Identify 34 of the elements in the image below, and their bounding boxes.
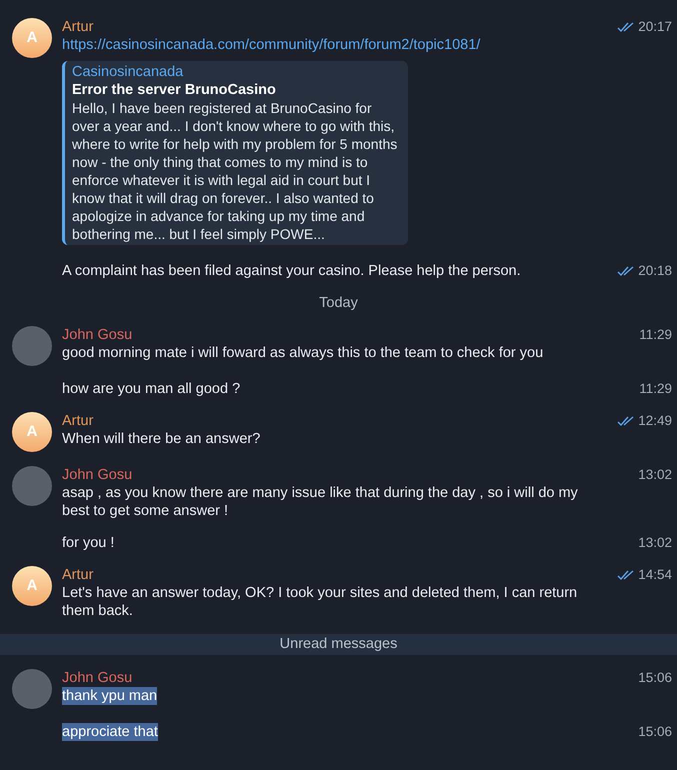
message-text: thank ypu man	[62, 687, 158, 705]
message-time: 15:06	[638, 723, 672, 741]
sender-name[interactable]: Artur	[62, 18, 94, 36]
message-link[interactable]: https://casinosincanada.com/community/forum/forum2/topic1081/	[62, 36, 480, 54]
message-text: Let's have an answer today, OK? I took your sites and deleted them, I can return them back.	[62, 584, 578, 620]
sender-name[interactable]: John Gosu	[62, 669, 132, 687]
message-time: 11:29	[639, 380, 672, 398]
message-time: 20:18	[638, 262, 672, 280]
message-text: When will there be an answer?	[62, 430, 260, 448]
preview-text: Hello, I have been registered at BrunoCasino for over a year and... I don't know where to go with this, where to write for help with my problem for 5 months now - the only thing that comes to my mind is to enforce whatever it is with legal aid in court but I know that it will drag on forever.. I also wanted to apologize in advance for taking up my time and bothering me... but I feel simply POWE...	[72, 99, 398, 243]
message-text: good morning mate i will foward as always this to the team to check for you	[62, 344, 544, 362]
message-text: approciate that	[62, 723, 158, 741]
sender-name[interactable]: John Gosu	[62, 326, 132, 344]
message-text: A complaint has been filed against your casino. Please help the person.	[62, 262, 521, 280]
message-time: 13:02	[638, 534, 672, 552]
unread-messages-bar: Unread messages	[0, 634, 677, 655]
avatar-photo[interactable]	[12, 466, 52, 506]
preview-source: Casinosincanada	[72, 63, 184, 81]
sender-name[interactable]: Artur	[62, 412, 94, 430]
preview-title: Error the server BrunoCasino	[72, 81, 276, 99]
avatar-photo[interactable]	[12, 326, 52, 366]
message-text: asap , as you know there are many issue like that during the day , so i will do my best to get some answer !	[62, 484, 579, 520]
message-time: 14:54	[638, 566, 672, 584]
message-text: how are you man all good ?	[62, 380, 240, 398]
sender-name[interactable]: Artur	[62, 566, 94, 584]
sender-name[interactable]: John Gosu	[62, 466, 132, 484]
message-time: 11:29	[639, 326, 672, 344]
message-time: 12:49	[638, 412, 672, 430]
date-separator: Today	[319, 294, 358, 312]
message-time: 13:02	[638, 466, 672, 484]
message-time: 15:06	[638, 669, 672, 687]
message-text: for you !	[62, 534, 114, 552]
avatar-photo[interactable]	[12, 669, 52, 709]
message-time: 20:17	[638, 18, 672, 36]
